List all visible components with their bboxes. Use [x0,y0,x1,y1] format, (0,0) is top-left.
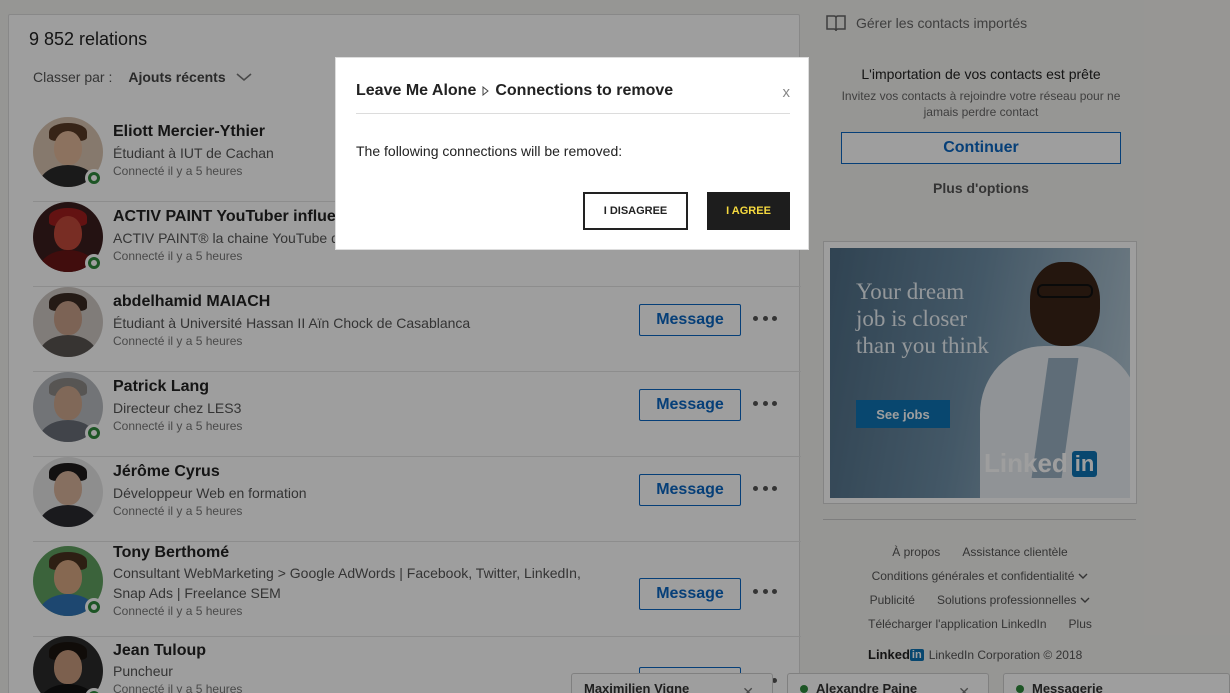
disagree-button[interactable]: I DISAGREE [583,192,688,230]
breadcrumb-arrow-icon [482,86,490,96]
dialog-message: The following connections will be remove… [356,143,623,159]
dialog-title-app: Leave Me Alone [356,82,477,99]
close-icon[interactable]: x [783,84,791,101]
confirm-removal-dialog: Leave Me Alone Connections to remove x T… [335,57,809,250]
dialog-title: Leave Me Alone Connections to remove [356,82,673,100]
dialog-header: Leave Me Alone Connections to remove x [356,82,790,114]
dialog-title-page: Connections to remove [495,82,674,99]
agree-button[interactable]: I AGREE [707,192,790,230]
